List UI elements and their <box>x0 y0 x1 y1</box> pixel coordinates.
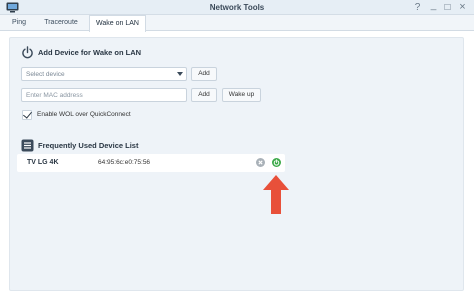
wake-device-power-icon[interactable] <box>272 158 281 167</box>
tab-traceroute[interactable]: Traceroute <box>39 15 83 31</box>
tab-ping[interactable]: Ping <box>6 15 32 31</box>
wake-up-button[interactable]: Wake up <box>222 88 261 102</box>
add-device-section-title: Add Device for Wake on LAN <box>38 48 142 57</box>
quickconnect-label: Enable WOL over QuickConnect <box>37 111 131 118</box>
mac-address-input[interactable] <box>21 88 187 102</box>
device-list-row[interactable]: TV LG 4K 64:95:6c:e0:75:56 <box>17 154 285 172</box>
select-device-value: Select device <box>26 71 65 78</box>
close-button[interactable]: × <box>456 1 469 14</box>
device-list-section-title: Frequently Used Device List <box>38 141 139 150</box>
chevron-down-icon <box>177 72 183 76</box>
red-arrow-annotation-icon <box>263 175 289 214</box>
list-icon <box>21 139 34 152</box>
maximize-button[interactable]: □ <box>441 1 454 14</box>
device-name: TV LG 4K <box>27 159 59 166</box>
add-device-button[interactable]: Add <box>191 67 217 81</box>
window-title: Network Tools <box>209 3 265 12</box>
add-mac-button[interactable]: Add <box>191 88 217 102</box>
title-bar: Network Tools ? _ □ × <box>0 0 474 15</box>
tab-bar: Ping Traceroute Wake on LAN <box>0 15 474 32</box>
help-button[interactable]: ? <box>411 1 424 14</box>
remove-device-icon[interactable] <box>256 158 265 167</box>
checkmark-icon <box>23 109 32 119</box>
tab-wake-on-lan[interactable]: Wake on LAN <box>89 15 146 32</box>
power-icon <box>22 46 33 59</box>
device-mac: 64:95:6c:e0:75:56 <box>98 159 151 166</box>
minimize-button[interactable]: _ <box>427 0 440 12</box>
select-device-dropdown[interactable]: Select device <box>21 67 187 81</box>
quickconnect-checkbox[interactable] <box>22 109 32 120</box>
